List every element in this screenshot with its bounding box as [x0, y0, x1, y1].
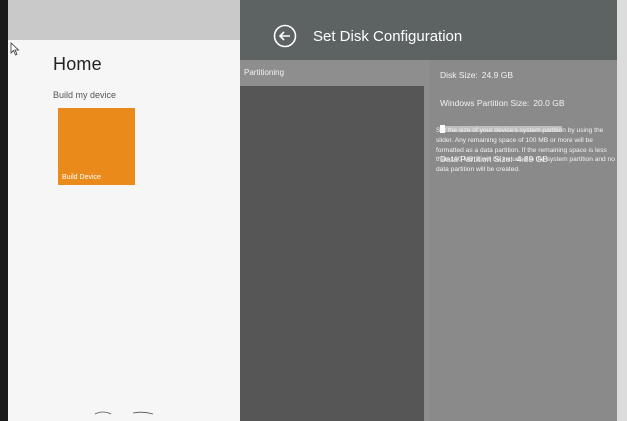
- partition-list[interactable]: [240, 86, 424, 421]
- home-top-strip: [8, 0, 240, 40]
- windows-partition-field: Windows Partition Size: 20.0 GB: [440, 98, 564, 108]
- home-pane: Home Build my device Build Device: [8, 0, 240, 421]
- partition-details: Disk Size: 24.9 GB Windows Partition Size…: [430, 60, 617, 421]
- disk-configuration-pane: Set Disk Configuration Partitioning Disk…: [240, 0, 617, 421]
- pen-scribble-mark: [94, 411, 154, 415]
- page-title: Set Disk Configuration: [313, 28, 463, 45]
- back-arrow-circle-icon: [273, 24, 297, 48]
- mouse-cursor-icon: [10, 42, 20, 56]
- partition-help-text: Set the size of your device's system par…: [436, 127, 615, 174]
- disk-size-label: Disk Size:: [440, 70, 478, 80]
- build-device-tile[interactable]: Build Device: [58, 108, 135, 185]
- config-header: Set Disk Configuration: [240, 0, 617, 60]
- home-title: Home: [53, 54, 102, 74]
- screen-frame: Home Build my device Build Device Set Di…: [0, 0, 627, 421]
- windows-partition-value: 20.0 GB: [533, 98, 565, 108]
- back-button[interactable]: [273, 24, 297, 48]
- partitioning-column: Partitioning: [240, 60, 430, 421]
- windows-partition-label: Windows Partition Size:: [440, 98, 530, 108]
- screen-edge: [617, 0, 627, 421]
- build-my-device-heading: Build my device: [53, 90, 117, 100]
- partitioning-label: Partitioning: [244, 68, 285, 77]
- build-device-tile-label: Build Device: [62, 174, 101, 181]
- disk-size-field: Disk Size: 24.9 GB: [440, 70, 513, 80]
- disk-size-value: 24.9 GB: [481, 70, 513, 80]
